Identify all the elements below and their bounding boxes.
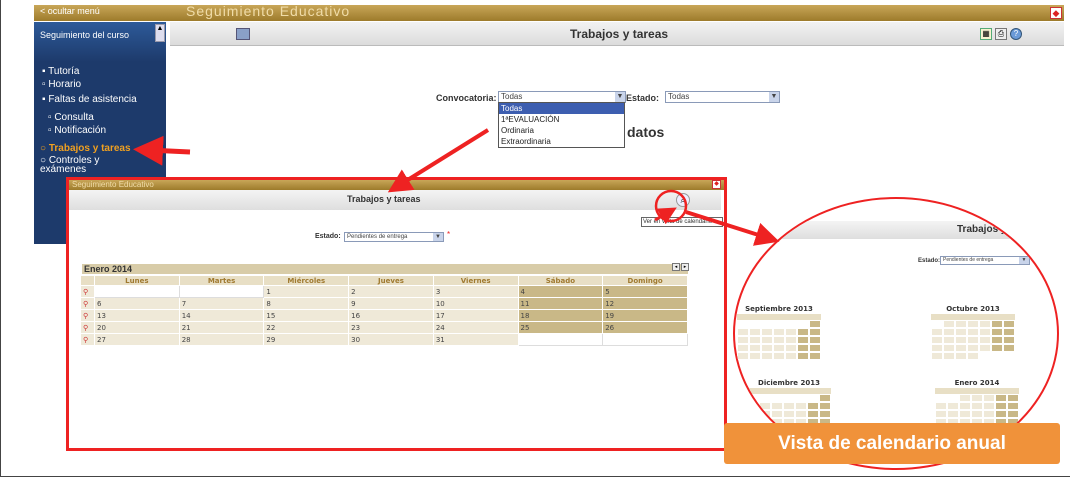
pointer-arrow-annual bbox=[685, 210, 780, 246]
annotation-overlay bbox=[133, 128, 780, 246]
pointer-arrow-dropdown bbox=[387, 128, 490, 193]
annual-calendar-caption: Vista de calendario anual bbox=[724, 423, 1060, 464]
pointer-arrow-sidebar bbox=[133, 135, 191, 166]
